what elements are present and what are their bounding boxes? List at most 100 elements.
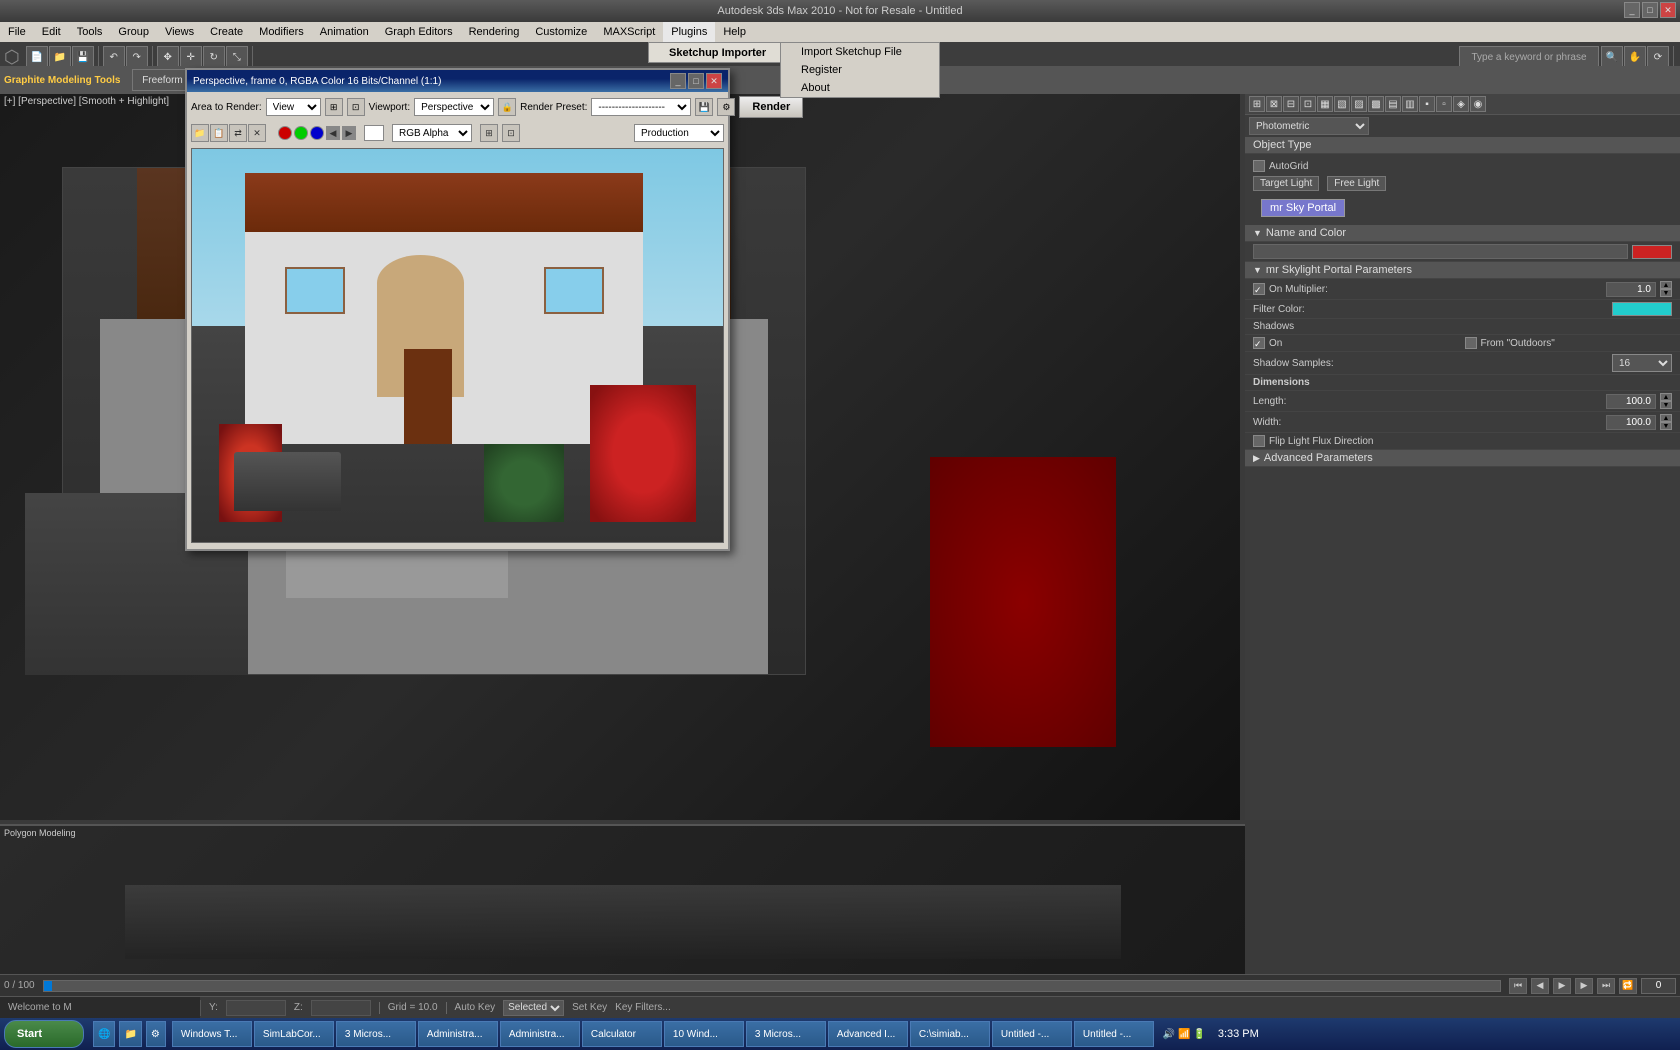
shadows-on-checkbox[interactable] (1253, 337, 1265, 349)
advanced-params-header[interactable]: ▶ Advanced Parameters (1245, 450, 1680, 467)
display-channels-icon[interactable]: ⊞ (480, 124, 498, 142)
taskbar-admin-2[interactable]: Administra... (500, 1021, 580, 1047)
photometric-select[interactable]: Photometric (1249, 117, 1369, 135)
frame-input[interactable] (1641, 978, 1676, 994)
play-button[interactable]: ▶ (1553, 978, 1571, 994)
taskbar-admin-1[interactable]: Administra... (418, 1021, 498, 1047)
orbit-button[interactable]: ⟳ (1647, 46, 1669, 68)
multiplier-up-button[interactable]: ▲ (1660, 281, 1672, 289)
key-mode-select[interactable]: Selected (503, 1000, 564, 1016)
start-button[interactable]: Start (4, 1020, 84, 1048)
menu-group[interactable]: Group (110, 22, 157, 42)
panel-tool-7[interactable]: ▨ (1351, 96, 1367, 112)
menu-rendering[interactable]: Rendering (461, 22, 528, 42)
menu-create[interactable]: Create (202, 22, 251, 42)
taskbar-windows-t[interactable]: Windows T... (172, 1021, 252, 1047)
render-dialog-maximize[interactable]: □ (688, 73, 704, 89)
move-button[interactable]: ✛ (180, 46, 202, 68)
render-main-button[interactable]: Render (739, 96, 803, 118)
width-up-button[interactable]: ▲ (1660, 414, 1672, 422)
menu-modifiers[interactable]: Modifiers (251, 22, 312, 42)
new-file-button[interactable]: 📄 (26, 46, 48, 68)
scale-button[interactable]: ⤡ (226, 46, 248, 68)
autogrid-checkbox[interactable] (1253, 160, 1265, 172)
register-item[interactable]: Register (781, 61, 939, 79)
channel-settings-icon[interactable]: ⊡ (502, 124, 520, 142)
panel-tool-8[interactable]: ▩ (1368, 96, 1384, 112)
redo-button[interactable]: ↷ (126, 46, 148, 68)
menu-graph-editors[interactable]: Graph Editors (377, 22, 461, 42)
length-down-button[interactable]: ▼ (1660, 401, 1672, 409)
viewport-select[interactable]: Perspective (414, 98, 494, 116)
panel-tool-2[interactable]: ⊠ (1266, 96, 1282, 112)
menu-help[interactable]: Help (715, 22, 754, 42)
prev-frame-button[interactable]: ◀ (1531, 978, 1549, 994)
green-channel-icon[interactable] (294, 126, 308, 140)
blue-channel-icon[interactable] (310, 126, 324, 140)
rotate-button[interactable]: ↻ (203, 46, 225, 68)
timeline-thumb[interactable] (44, 981, 52, 991)
menu-views[interactable]: Views (157, 22, 202, 42)
width-down-button[interactable]: ▼ (1660, 422, 1672, 430)
panel-tool-1[interactable]: ⊞ (1249, 96, 1265, 112)
menu-animation[interactable]: Animation (312, 22, 377, 42)
open-file-button[interactable]: 📁 (49, 46, 71, 68)
name-input[interactable] (1253, 244, 1628, 259)
render-area-btn-1[interactable]: ⊞ (325, 98, 343, 116)
taskbar-micros-2[interactable]: 3 Micros... (746, 1021, 826, 1047)
shadows-from-checkbox[interactable] (1465, 337, 1477, 349)
import-sketchup-file-item[interactable]: Import Sketchup File (781, 43, 939, 61)
skylight-portal-header[interactable]: ▼ mr Skylight Portal Parameters (1245, 262, 1680, 279)
panel-tool-4[interactable]: ⊡ (1300, 96, 1316, 112)
free-light-button[interactable]: Free Light (1327, 176, 1386, 191)
panel-tool-5[interactable]: ▦ (1317, 96, 1333, 112)
bottom-scene[interactable] (0, 826, 1245, 974)
goto-start-button[interactable]: ⏮ (1509, 978, 1527, 994)
menu-customize[interactable]: Customize (527, 22, 595, 42)
panel-tool-13[interactable]: ◈ (1453, 96, 1469, 112)
zoom-button[interactable]: 🔍 (1601, 46, 1623, 68)
menu-edit[interactable]: Edit (34, 22, 69, 42)
flip-light-checkbox[interactable] (1253, 435, 1265, 447)
color-swatch[interactable] (1632, 245, 1672, 259)
mr-sky-portal-button[interactable]: mr Sky Portal (1261, 199, 1345, 217)
minimize-button[interactable]: _ (1624, 2, 1640, 18)
width-spinner[interactable]: ▲ ▼ (1660, 414, 1672, 430)
taskbar-untitled-1[interactable]: Untitled -... (992, 1021, 1072, 1047)
timeline-track[interactable] (43, 980, 1501, 992)
freeform-button[interactable]: Freeform (132, 69, 192, 91)
swap-icon[interactable]: ⇄ (229, 124, 247, 142)
bottom-viewport[interactable]: Polygon Modeling (0, 824, 1245, 974)
render-dialog-close[interactable]: ✕ (706, 73, 722, 89)
shadow-samples-select[interactable]: 16 (1612, 354, 1672, 372)
production-select[interactable]: Production (634, 124, 724, 142)
taskbar-advanced[interactable]: Advanced I... (828, 1021, 908, 1047)
target-light-button[interactable]: Target Light (1253, 176, 1319, 191)
viewport-lock-btn[interactable]: 🔒 (498, 98, 516, 116)
close-button[interactable]: ✕ (1660, 2, 1676, 18)
preset-btn-1[interactable]: 💾 (695, 98, 713, 116)
channel-toggle-2-icon[interactable]: ▶ (342, 126, 356, 140)
menu-file[interactable]: File (0, 22, 34, 42)
menu-tools[interactable]: Tools (69, 22, 111, 42)
taskbar-simlab-path[interactable]: C:\simiab... (910, 1021, 990, 1047)
channel-toggle-icon[interactable]: ◀ (326, 126, 340, 140)
color-mode-select[interactable]: RGB Alpha (392, 124, 472, 142)
goto-end-button[interactable]: ⏭ (1597, 978, 1615, 994)
multiplier-spinner[interactable]: ▲ ▼ (1660, 281, 1672, 297)
next-frame-button[interactable]: ▶ (1575, 978, 1593, 994)
copy-icon[interactable]: 📋 (210, 124, 228, 142)
object-type-header[interactable]: Object Type (1245, 137, 1680, 154)
multiplier-down-button[interactable]: ▼ (1660, 289, 1672, 297)
panel-tool-3[interactable]: ⊟ (1283, 96, 1299, 112)
panel-tool-10[interactable]: ▥ (1402, 96, 1418, 112)
panel-tool-6[interactable]: ▧ (1334, 96, 1350, 112)
save-file-button[interactable]: 💾 (72, 46, 94, 68)
keyword-search-input[interactable]: Type a keyword or phrase (1459, 46, 1599, 68)
panel-tool-9[interactable]: ▤ (1385, 96, 1401, 112)
menu-plugins[interactable]: Plugins (663, 22, 715, 42)
filter-color-swatch[interactable] (1612, 302, 1672, 316)
taskbar-icon-3[interactable]: ⚙ (146, 1021, 166, 1047)
name-and-color-header[interactable]: ▼ Name and Color (1245, 225, 1680, 242)
menu-maxscript[interactable]: MAXScript (595, 22, 663, 42)
